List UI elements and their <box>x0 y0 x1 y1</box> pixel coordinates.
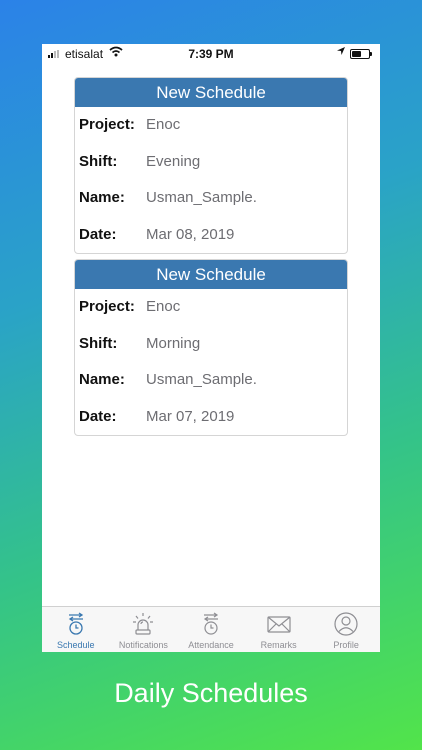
tab-profile[interactable]: Profile <box>312 607 380 652</box>
field-shift: Shift: Evening <box>75 144 347 181</box>
field-label: Date: <box>79 225 117 243</box>
schedule-card-title: New Schedule <box>75 78 347 107</box>
schedule-clock-icon <box>68 612 83 635</box>
tab-label: Notifications <box>118 640 168 650</box>
tab-remarks[interactable]: Remarks <box>245 607 313 652</box>
field-date: Date: Mar 07, 2019 <box>75 399 347 436</box>
field-value: Enoc <box>146 116 181 133</box>
battery-icon <box>350 49 372 59</box>
field-label: Date: <box>79 407 117 425</box>
tab-label: Attendance <box>188 640 234 650</box>
field-label: Shift: <box>79 334 118 352</box>
field-value: Enoc <box>146 298 181 315</box>
location-arrow-icon <box>337 47 345 55</box>
schedule-card[interactable]: New Schedule Project: Enoc Shift: Evening … <box>74 77 348 255</box>
field-project: Project: Enoc <box>75 289 347 326</box>
field-label: Shift: <box>79 152 118 170</box>
attendance-clock-icon <box>203 612 219 635</box>
tab-attendance[interactable]: Attendance <box>177 607 245 652</box>
field-name: Name: Usman_Sample. <box>75 362 347 399</box>
tab-schedule[interactable]: Schedule <box>42 607 110 652</box>
field-project: Project: Enoc <box>75 107 347 144</box>
field-name: Name: Usman_Sample. <box>75 180 347 217</box>
schedule-card-title: New Schedule <box>75 260 347 289</box>
tab-notifications[interactable]: Notifications <box>110 607 178 652</box>
field-value: Evening <box>146 152 201 170</box>
tab-label: Profile <box>333 640 359 650</box>
field-label: Name: <box>79 371 125 389</box>
field-label: Project: <box>79 298 135 315</box>
field-value: Mar 07, 2019 <box>146 407 235 425</box>
alarm-siren-icon <box>133 613 154 635</box>
status-bar: etisalat 7:39 PM <box>42 44 380 64</box>
field-label: Name: <box>79 189 125 207</box>
field-shift: Shift: Morning <box>75 326 347 363</box>
envelope-icon <box>266 616 291 633</box>
field-label: Project: <box>79 116 135 133</box>
schedule-card[interactable]: New Schedule Project: Enoc Shift: Morning … <box>74 259 348 437</box>
field-value: Usman_Sample. <box>146 189 257 207</box>
tab-label: Schedule <box>57 640 95 650</box>
phone-screen: etisalat 7:39 PM New Schedule Project: En… <box>42 44 380 652</box>
promo-caption: Daily Schedules <box>114 678 308 708</box>
tab-label: Remarks <box>260 640 297 650</box>
field-value: Morning <box>146 334 201 352</box>
person-icon <box>334 612 358 636</box>
field-value: Usman_Sample. <box>146 371 257 389</box>
status-time: 7:39 PM <box>188 47 234 61</box>
field-date: Date: Mar 08, 2019 <box>75 217 347 254</box>
field-value: Mar 08, 2019 <box>146 225 235 243</box>
tab-bar: Schedule Notifications Attendance Remark… <box>42 606 380 652</box>
